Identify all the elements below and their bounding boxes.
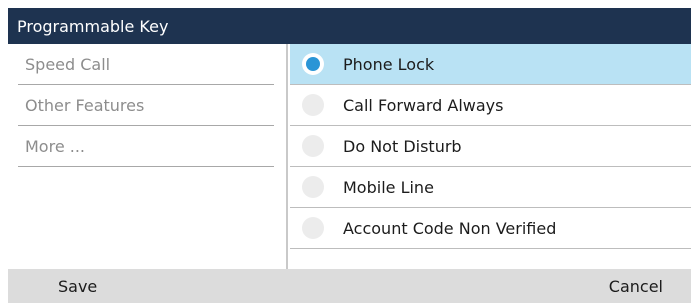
feature-options-list: Phone Lock Call Forward Always Do Not Di… — [290, 44, 691, 269]
menu-item-label: More ... — [25, 136, 86, 156]
option-mobile-line[interactable]: Mobile Line — [290, 167, 691, 208]
menu-item-speed-call[interactable]: Speed Call — [18, 44, 274, 85]
menu-item-more[interactable]: More ... — [18, 126, 274, 167]
menu-item-label: Other Features — [25, 95, 145, 115]
menu-item-other-features[interactable]: Other Features — [18, 85, 274, 126]
menu-item-label: Speed Call — [25, 54, 111, 74]
option-label: Phone Lock — [343, 54, 435, 74]
option-label: Do Not Disturb — [343, 136, 462, 156]
radio-unselected-icon[interactable] — [302, 176, 324, 198]
option-label: Call Forward Always — [343, 95, 504, 115]
radio-unselected-icon[interactable] — [302, 135, 324, 157]
category-menu: Speed Call Other Features More ... — [8, 44, 288, 269]
radio-unselected-icon[interactable] — [302, 94, 324, 116]
radio-dot-icon — [306, 57, 320, 71]
option-phone-lock[interactable]: Phone Lock — [290, 44, 691, 85]
softkey-bar: Save Cancel — [8, 269, 691, 303]
save-button[interactable]: Save — [8, 277, 125, 296]
option-account-code-non-verified[interactable]: Account Code Non Verified — [290, 208, 691, 249]
option-label: Account Code Non Verified — [343, 218, 557, 238]
option-call-forward-always[interactable]: Call Forward Always — [290, 85, 691, 126]
programmable-key-screen: Programmable Key Speed Call Other Featur… — [0, 0, 691, 303]
cancel-button[interactable]: Cancel — [609, 277, 691, 296]
option-label: Mobile Line — [343, 177, 434, 197]
radio-unselected-icon[interactable] — [302, 217, 324, 239]
page-title: Programmable Key — [17, 16, 169, 36]
title-bar: Programmable Key — [8, 8, 691, 44]
option-do-not-disturb[interactable]: Do Not Disturb — [290, 126, 691, 167]
radio-selected-icon[interactable] — [302, 53, 324, 75]
